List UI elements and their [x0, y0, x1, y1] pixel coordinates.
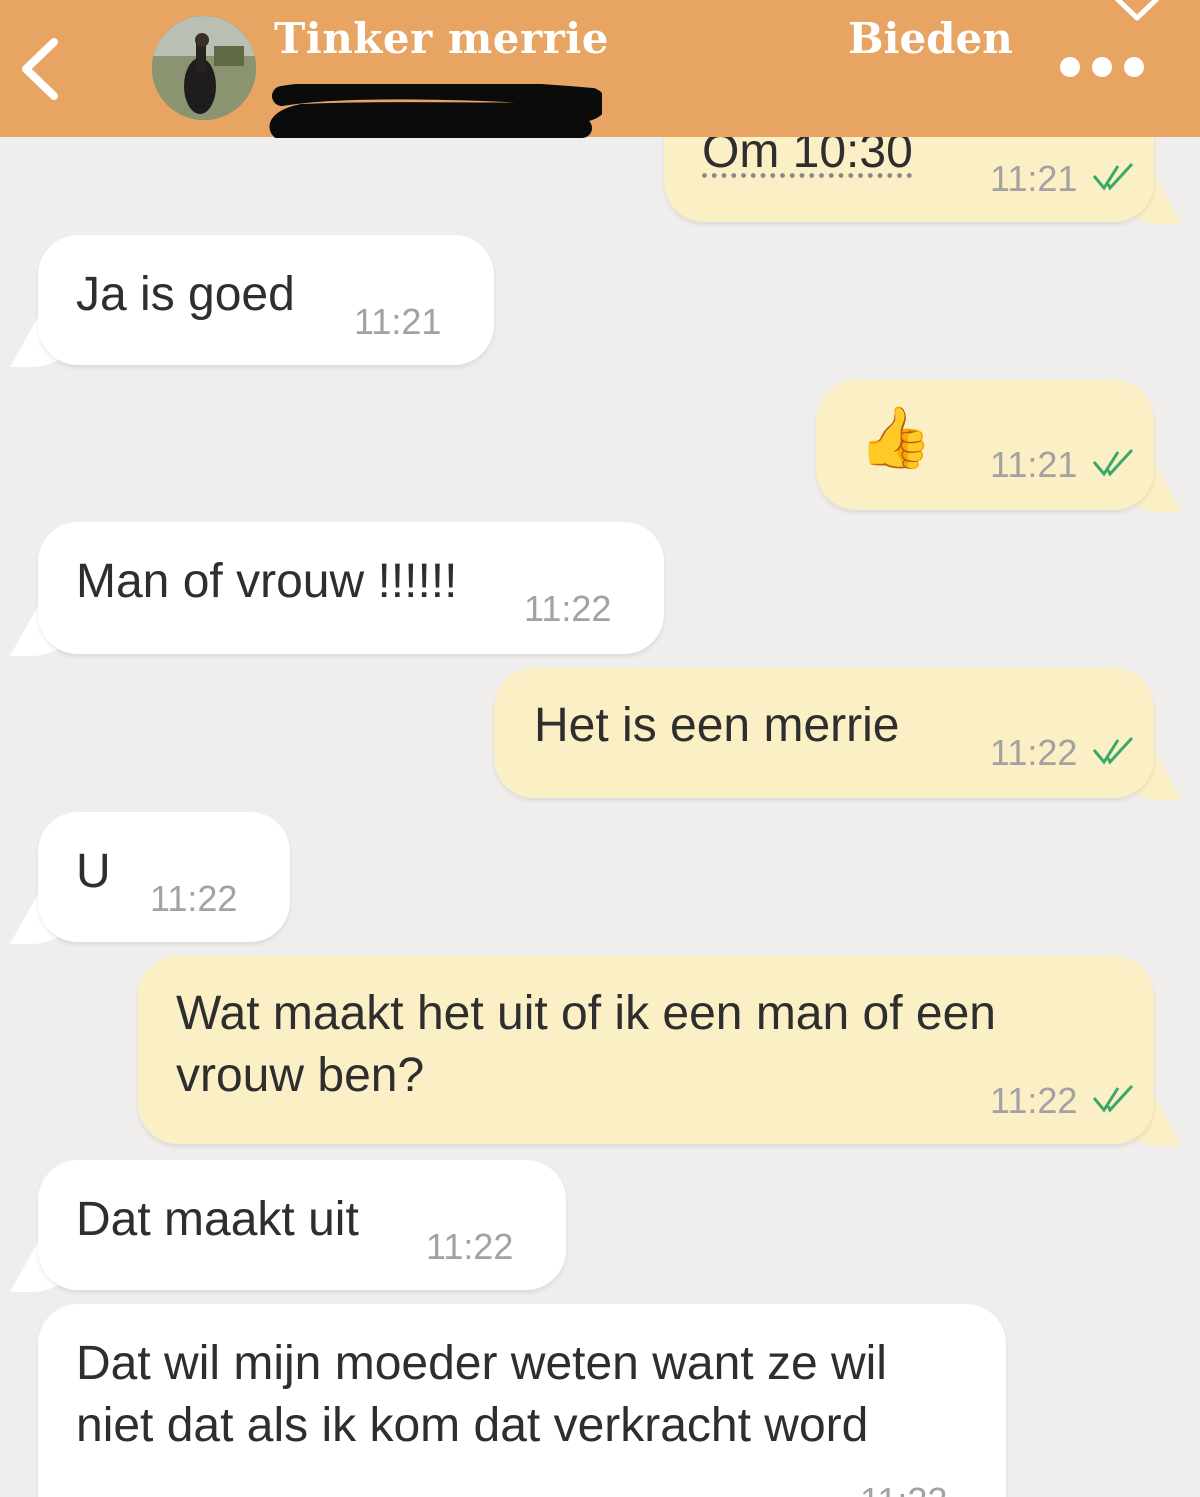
message-text: Man of vrouw !!!!!! [76, 555, 458, 608]
message-text-line-1: Dat wil mijn moeder weten want ze wil [76, 1337, 887, 1390]
avatar[interactable] [152, 16, 256, 120]
dot [1124, 57, 1144, 77]
message-time: 11:22 [990, 1080, 1078, 1121]
horse-photo [152, 16, 256, 120]
message-time: 11:22 [426, 1226, 514, 1267]
message-text: U [76, 845, 111, 898]
message-time: 11:22 [524, 588, 612, 629]
outgoing-message[interactable]: 👍 11:21 [816, 380, 1154, 510]
read-ticks-icon [1092, 736, 1134, 765]
outgoing-message[interactable]: Het is een merrie 11:22 [494, 668, 1154, 798]
message-time: 11:22 [150, 878, 238, 919]
incoming-message[interactable]: Ja is goed 11:21 [38, 235, 494, 365]
message-time: 11:22 [990, 732, 1078, 773]
incoming-message[interactable]: Dat maakt uit 11:22 [38, 1160, 566, 1290]
message-text: Dat maakt uit [76, 1193, 359, 1246]
message-time: 11:21 [990, 158, 1078, 199]
more-dots-icon[interactable] [1060, 52, 1144, 82]
thumbs-up-icon: 👍 [858, 404, 933, 471]
dot [1092, 57, 1112, 77]
message-time: 11:22 [860, 1480, 947, 1497]
read-ticks-icon [1092, 448, 1134, 477]
chat-title[interactable]: Tinker merrie [274, 14, 609, 63]
message-text-line-1: Wat maakt het uit of ik een man of een [176, 987, 996, 1040]
incoming-message[interactable]: Dat wil mijn moeder weten want ze wil ni… [38, 1304, 1006, 1497]
message-text: Ja is goed [76, 268, 295, 321]
incoming-message[interactable]: Man of vrouw !!!!!! 11:22 [38, 522, 664, 654]
close-icon[interactable] [1104, 0, 1170, 28]
redaction-mark [269, 84, 602, 138]
incoming-message[interactable]: U 11:22 [38, 812, 290, 942]
bid-button[interactable]: Bieden [848, 14, 1013, 63]
chat-header: Tinker merrie Bieden [0, 0, 1200, 138]
read-ticks-icon [1092, 162, 1134, 191]
read-ticks-icon [1092, 1084, 1134, 1113]
outgoing-message[interactable]: Wat maakt het uit of ik een man of een v… [138, 956, 1154, 1144]
message-time: 11:21 [354, 301, 442, 342]
message-time: 11:21 [990, 444, 1078, 485]
dot [1060, 57, 1080, 77]
message-text-line-2: vrouw ben? [176, 1049, 425, 1102]
message-text: Het is een merrie [534, 699, 900, 752]
chevron-left-icon[interactable] [14, 34, 70, 104]
message-text-line-2: niet dat als ik kom dat verkracht word [76, 1399, 869, 1452]
